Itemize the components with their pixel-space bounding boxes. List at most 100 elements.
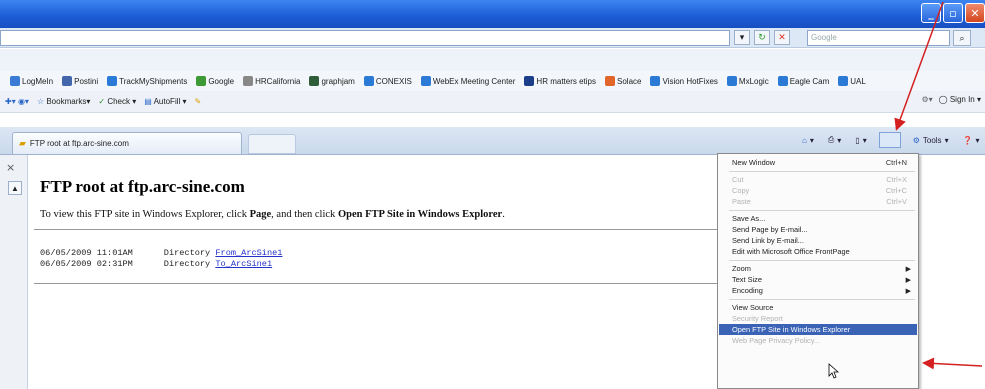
menu-item[interactable]: View Source xyxy=(719,302,917,313)
instr-pre: To view this FTP site in Windows Explore… xyxy=(40,209,250,220)
minimize-button[interactable]: _ xyxy=(921,3,941,23)
print-button[interactable]: ⎙ ▾ xyxy=(826,133,843,147)
menu-separator xyxy=(729,210,915,211)
stop-icon[interactable]: ✕ xyxy=(774,30,790,45)
pencil-icon[interactable]: ✎ xyxy=(195,97,202,106)
entry-date: 06/05/2009 02:31PM xyxy=(40,259,133,269)
link-label: Google xyxy=(208,76,235,86)
scroll-up-icon[interactable]: ▲ xyxy=(8,181,22,195)
link-item[interactable]: HR matters etips xyxy=(524,76,596,86)
instruction-text: To view this FTP site in Windows Explore… xyxy=(40,209,505,220)
menu-item[interactable]: Zoom ▶ xyxy=(719,263,917,274)
link-item[interactable]: graphjam xyxy=(309,76,355,86)
link-item[interactable]: MxLogic xyxy=(726,76,769,86)
ie-page-icon xyxy=(650,76,661,86)
menu-item[interactable]: Encoding ▶ xyxy=(719,285,917,296)
autofill-button[interactable]: ▤ AutoFill ▾ xyxy=(144,97,186,106)
close-icon[interactable]: × xyxy=(6,161,15,174)
entry-type: Directory xyxy=(163,248,211,258)
link-item[interactable]: Google xyxy=(196,76,234,86)
link-item[interactable]: Vision HotFixes xyxy=(650,76,718,86)
link-item[interactable]: UAL xyxy=(838,76,866,86)
close-window-button[interactable]: ✕ xyxy=(965,3,985,23)
link-label: CONEXIS xyxy=(375,76,412,86)
tools-button[interactable]: ⚙ Tools ▾ xyxy=(911,134,951,147)
menu-separator xyxy=(729,299,915,300)
search-input[interactable]: Google xyxy=(807,30,950,46)
links-bar: LogMeIn Postini TrackMyShipments Google HRCa… xyxy=(0,71,985,91)
page-button[interactable]: ▯ ▾ xyxy=(853,134,868,147)
new-tab-button[interactable] xyxy=(248,134,296,154)
command-bar: ⌂ ▾ ⎙ ▾ ▯ ▾ ⚙ Tools ▾ ❓ ▾ xyxy=(800,132,982,148)
menu-shortcut: Ctrl+X xyxy=(886,175,907,184)
page-dropdown-menu: New Window Ctrl+N Cut Ctrl+X Copy Ctrl+C Paste… xyxy=(717,153,919,389)
print-icon: ⎙ xyxy=(827,135,835,144)
signin-label: Sign In xyxy=(949,95,975,104)
graphjam-icon xyxy=(309,76,320,86)
bookmarks-button[interactable]: ☆ Bookmarks▾ xyxy=(37,97,90,106)
menu-item-label: Edit with Microsoft Office FrontPage xyxy=(732,247,850,256)
link-item[interactable]: WebEx Meeting Center xyxy=(420,76,516,86)
maximize-button[interactable]: ▫ xyxy=(943,3,963,23)
submenu-arrow-icon: ▶ xyxy=(905,276,911,284)
logmein-icon xyxy=(10,76,20,86)
link-label: Eagle Cam xyxy=(789,76,830,86)
google-icon xyxy=(196,76,207,86)
link-label: TrackMyShipments xyxy=(119,76,188,86)
menu-item: Copy Ctrl+C xyxy=(719,185,917,196)
menu-item[interactable]: Send Link by E-mail... xyxy=(719,235,917,246)
menu-item[interactable]: Save As... xyxy=(719,213,917,224)
menu-item[interactable]: Edit with Microsoft Office FrontPage xyxy=(719,246,917,257)
signin-button[interactable]: ◯ Sign In ▾ xyxy=(939,95,981,104)
gear-icon: ⚙ xyxy=(912,135,920,145)
page-menu-button[interactable] xyxy=(878,132,901,148)
page-title: FTP root at ftp.arc-sine.com xyxy=(40,177,245,196)
menu-item-label: Zoom xyxy=(732,264,751,273)
address-controls: ▾ ↻ ✕ xyxy=(734,30,790,45)
ie-page-icon xyxy=(363,76,374,86)
link-item[interactable]: LogMeIn xyxy=(10,76,53,86)
dropdown-arrow-icon[interactable]: ▾ xyxy=(734,30,750,45)
directory-link[interactable]: To_ArcSine1 xyxy=(215,259,272,269)
search-icon[interactable]: ⌕ xyxy=(953,30,971,46)
link-item[interactable]: HRCalifornia xyxy=(243,76,300,86)
address-bar[interactable] xyxy=(0,30,730,46)
wrench-icon[interactable]: ⚙▾ xyxy=(921,95,932,104)
menu-item-label: Send Page by E-mail... xyxy=(732,225,808,234)
link-item[interactable]: Eagle Cam xyxy=(777,76,830,86)
link-item[interactable]: Postini xyxy=(62,76,98,86)
left-pane: × ▲ xyxy=(0,155,28,389)
ie-page-icon xyxy=(726,76,737,86)
link-label: HRCalifornia xyxy=(255,76,301,86)
hr-icon xyxy=(524,76,535,86)
menu-item: Cut Ctrl+X xyxy=(719,174,917,185)
home-icon: ⌂ xyxy=(802,135,807,145)
instr-mid: , and then click xyxy=(271,209,338,220)
menu-item[interactable]: Open FTP Site in Windows Explorer xyxy=(719,324,917,335)
window-controls: _ ▫ ✕ xyxy=(921,3,985,23)
tab-ftp-root[interactable]: ▰ FTP root at ftp.arc-sine.com xyxy=(12,132,242,154)
solace-icon xyxy=(605,76,615,86)
check-label: Check xyxy=(107,97,130,106)
listing-row: 06/05/2009 02:31PM Directory To_ArcSine1 xyxy=(40,259,272,269)
refresh-icon[interactable]: ↻ xyxy=(754,30,770,45)
page-icon xyxy=(62,76,73,86)
instr-open: Open FTP Site in Windows Explorer xyxy=(337,209,503,220)
menu-shortcut: Ctrl+C xyxy=(885,186,907,195)
tools-label: Tools xyxy=(922,135,942,145)
submenu-arrow-icon: ▶ xyxy=(905,287,911,295)
menu-item[interactable]: Send Page by E-mail... xyxy=(719,224,917,235)
menu-item[interactable]: Text Size ▶ xyxy=(719,274,917,285)
help-icon: ❓ xyxy=(962,135,973,145)
link-label: WebEx Meeting Center xyxy=(432,76,516,86)
help-button[interactable]: ❓ ▾ xyxy=(961,134,982,147)
link-item[interactable]: TrackMyShipments xyxy=(107,76,187,86)
check-button[interactable]: ✓ Check ▾ xyxy=(98,97,136,106)
directory-link[interactable]: From_ArcSine1 xyxy=(215,248,282,258)
link-item[interactable]: Solace xyxy=(605,76,641,86)
toolbar-band xyxy=(0,49,985,71)
home-button[interactable]: ⌂ ▾ xyxy=(800,134,816,147)
link-item[interactable]: CONEXIS xyxy=(363,76,412,86)
menu-item[interactable]: New Window Ctrl+N xyxy=(719,157,917,168)
nav-icons[interactable]: ✚▾ ◉▾ xyxy=(5,97,29,106)
